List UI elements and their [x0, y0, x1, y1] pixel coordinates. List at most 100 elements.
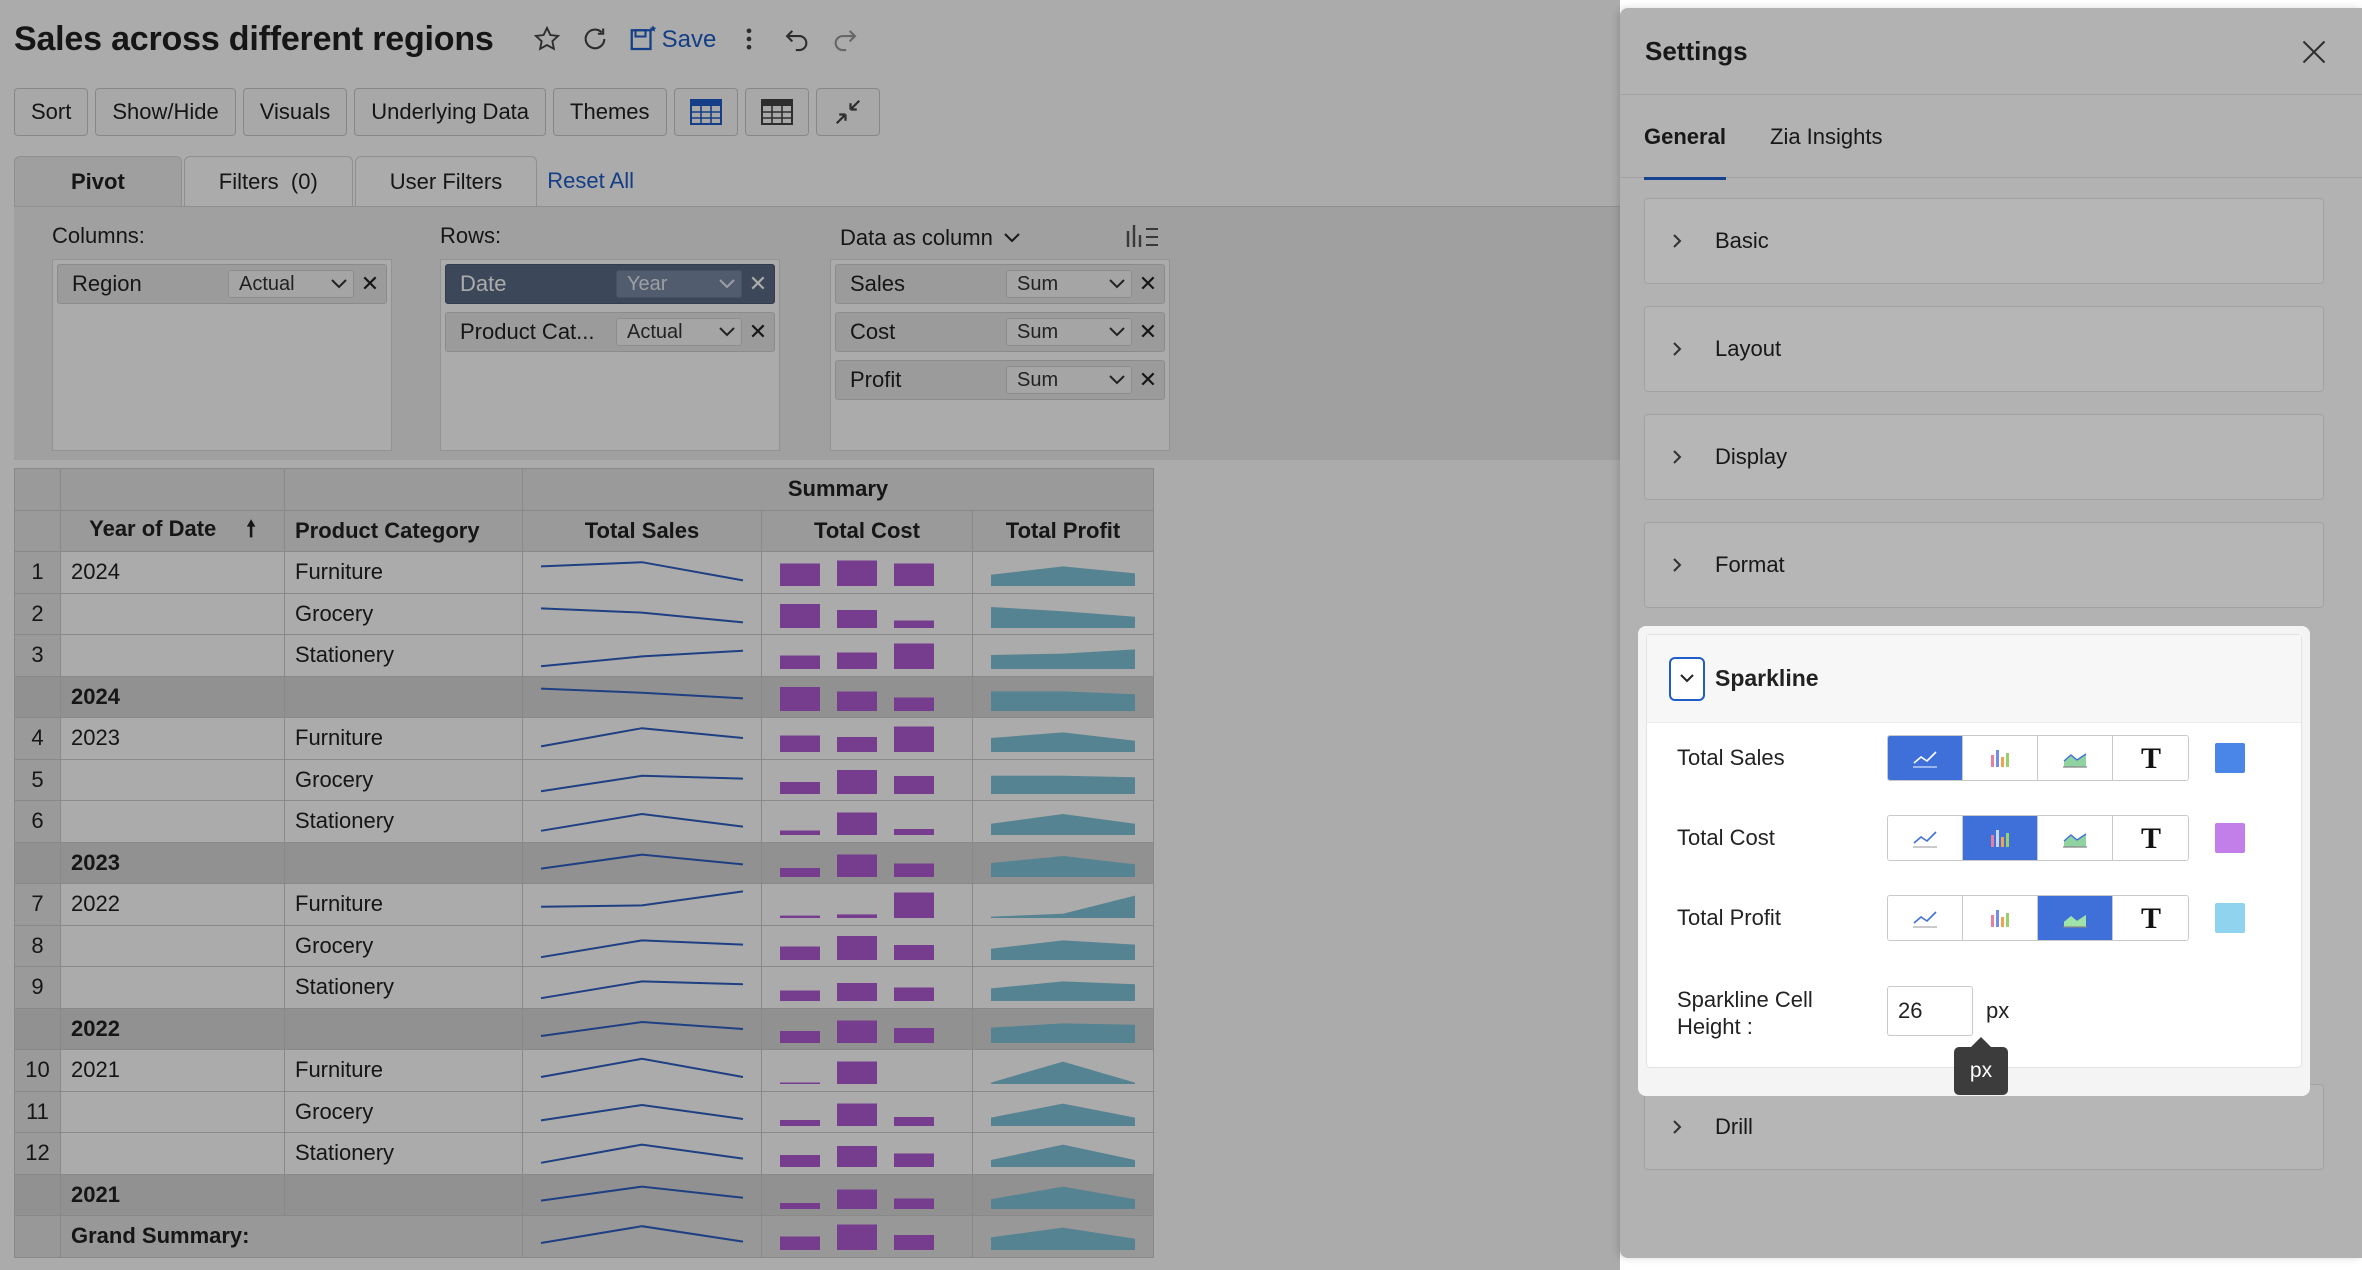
data-settings-icon[interactable]	[1124, 221, 1160, 251]
data-func-select[interactable]: Sum	[1006, 270, 1132, 298]
sparkline-color-swatch[interactable]	[2215, 743, 2245, 773]
bar-chart-icon	[1991, 830, 2009, 847]
column-func-select[interactable]: Actual	[228, 270, 354, 298]
data-func-select[interactable]: Sum	[1006, 366, 1132, 394]
category-cell: Grocery	[284, 924, 523, 967]
header-product-category[interactable]: Product Category	[284, 509, 523, 552]
sparkline-type-bar-button[interactable]	[1963, 816, 2038, 860]
themes-button[interactable]: Themes	[553, 88, 667, 136]
sales-sparkline	[540, 980, 744, 1000]
data-as-column-dropdown[interactable]: Data as column	[840, 225, 1021, 251]
remove-icon[interactable]: ✕	[1138, 367, 1158, 393]
text-format-icon: T	[2140, 903, 2160, 933]
bar-chart-icon	[1991, 750, 2009, 767]
sparkline-type-line-button[interactable]	[1888, 736, 1963, 780]
visuals-button[interactable]: Visuals	[242, 88, 348, 136]
section-format[interactable]: Format	[1644, 522, 2324, 608]
remove-icon[interactable]: ✕	[748, 271, 768, 297]
row-func-select[interactable]: Actual	[616, 318, 742, 346]
remove-icon[interactable]: ✕	[748, 319, 768, 345]
reset-all-link[interactable]: Reset All	[547, 156, 634, 206]
tab-pivot[interactable]: Pivot	[14, 156, 182, 206]
column-chip[interactable]: Region Actual ✕	[57, 264, 387, 304]
area-chart-icon	[2063, 753, 2087, 768]
profit-sparkline	[991, 895, 1135, 919]
chevron-down-icon	[1680, 673, 1694, 682]
chevron-right-icon	[1671, 1118, 1705, 1136]
tab-user-filters[interactable]: User Filters	[354, 156, 538, 206]
category-cell	[284, 1173, 523, 1216]
sparkline-type-text-button[interactable]: T	[2113, 816, 2188, 860]
remove-icon[interactable]: ✕	[1138, 271, 1158, 297]
header-total-cost[interactable]: Total Cost	[761, 509, 973, 552]
sparkline-type-area-button[interactable]	[2038, 896, 2113, 940]
section-layout[interactable]: Layout	[1644, 306, 2324, 392]
rows-drop-zone[interactable]: Date Year ✕ Product Cat... Actual ✕	[440, 259, 780, 451]
sparkline-type-bar-button[interactable]	[1963, 736, 2038, 780]
undo-icon[interactable]	[782, 24, 812, 54]
refresh-icon[interactable]	[580, 24, 610, 54]
data-chip-cost[interactable]: Cost Sum ✕	[835, 312, 1165, 352]
sort-ascending-icon[interactable]: 🠕	[246, 516, 255, 541]
redo-icon[interactable]	[830, 24, 860, 54]
save-label: Save	[661, 26, 717, 53]
sparkline-type-text-button[interactable]: T	[2113, 896, 2188, 940]
more-options-icon[interactable]	[734, 24, 764, 54]
profit-sparkline	[991, 1061, 1135, 1085]
tab-filters[interactable]: Filters (0)	[183, 156, 353, 206]
total-cost-cell	[761, 1132, 973, 1175]
total-cost-cell	[761, 924, 973, 967]
section-display[interactable]: Display	[1644, 414, 2324, 500]
sparkline-type-bar-button[interactable]	[1963, 896, 2038, 940]
sparkline-color-swatch[interactable]	[2215, 823, 2245, 853]
year-cell	[60, 1132, 285, 1175]
row-func-select[interactable]: Year	[616, 270, 742, 298]
data-func-select[interactable]: Sum	[1006, 318, 1132, 346]
table-row: 8 Grocery	[14, 924, 1154, 967]
tab-zia-insights[interactable]: Zia Insights	[1770, 95, 1883, 179]
star-icon[interactable]	[532, 24, 562, 54]
show-hide-button[interactable]: Show/Hide	[95, 88, 236, 136]
grid-layout-icon	[760, 99, 793, 125]
row-number	[14, 675, 61, 718]
section-basic[interactable]: Basic	[1644, 198, 2324, 284]
sort-button[interactable]: Sort	[14, 88, 89, 136]
sparkline-color-swatch[interactable]	[2215, 903, 2245, 933]
profit-sparkline	[991, 1227, 1135, 1251]
columns-drop-zone[interactable]: Region Actual ✕	[52, 259, 392, 451]
sparkline-type-text-button[interactable]: T	[2113, 736, 2188, 780]
collapse-button[interactable]	[815, 88, 880, 136]
data-chip-profit[interactable]: Profit Sum ✕	[835, 360, 1165, 400]
tab-general[interactable]: General	[1644, 95, 1726, 180]
save-button[interactable]: Save	[628, 24, 717, 54]
header-total-sales[interactable]: Total Sales	[522, 509, 762, 552]
cell-height-input[interactable]	[1887, 986, 1973, 1036]
header-total-profit[interactable]: Total Profit	[972, 509, 1154, 552]
cost-sparkline	[780, 983, 934, 1002]
data-drop-zone[interactable]: Sales Sum ✕ Cost Sum ✕ Profit Sum ✕	[830, 259, 1170, 451]
underlying-data-button[interactable]: Underlying Data	[354, 88, 547, 136]
row-chip-date[interactable]: Date Year ✕	[445, 264, 775, 304]
close-button[interactable]	[2294, 32, 2334, 72]
chevron-down-icon	[1109, 327, 1125, 337]
remove-icon[interactable]: ✕	[1138, 319, 1158, 345]
sparkline-type-area-button[interactable]	[2038, 816, 2113, 860]
data-chip-sales[interactable]: Sales Sum ✕	[835, 264, 1165, 304]
section-drill[interactable]: Drill	[1644, 1084, 2324, 1170]
svg-text:T: T	[2140, 903, 2160, 933]
total-sales-cell	[522, 717, 762, 760]
remove-icon[interactable]: ✕	[360, 271, 380, 297]
close-icon	[2302, 40, 2326, 64]
total-cost-cell	[761, 1090, 973, 1133]
sparkline-collapse-button[interactable]	[1669, 656, 1705, 701]
pivot-layout-button[interactable]	[744, 88, 809, 136]
total-sales-cell	[522, 1007, 762, 1050]
sparkline-type-line-button[interactable]	[1888, 816, 1963, 860]
row-chip-category[interactable]: Product Cat... Actual ✕	[445, 312, 775, 352]
sparkline-type-area-button[interactable]	[2038, 736, 2113, 780]
sparkline-type-line-button[interactable]	[1888, 896, 1963, 940]
cost-sparkline	[780, 935, 934, 960]
year-cell: 2023	[60, 717, 285, 760]
table-view-button[interactable]	[673, 88, 738, 136]
header-year-of-date[interactable]: Year of Date 🠕	[60, 509, 285, 552]
